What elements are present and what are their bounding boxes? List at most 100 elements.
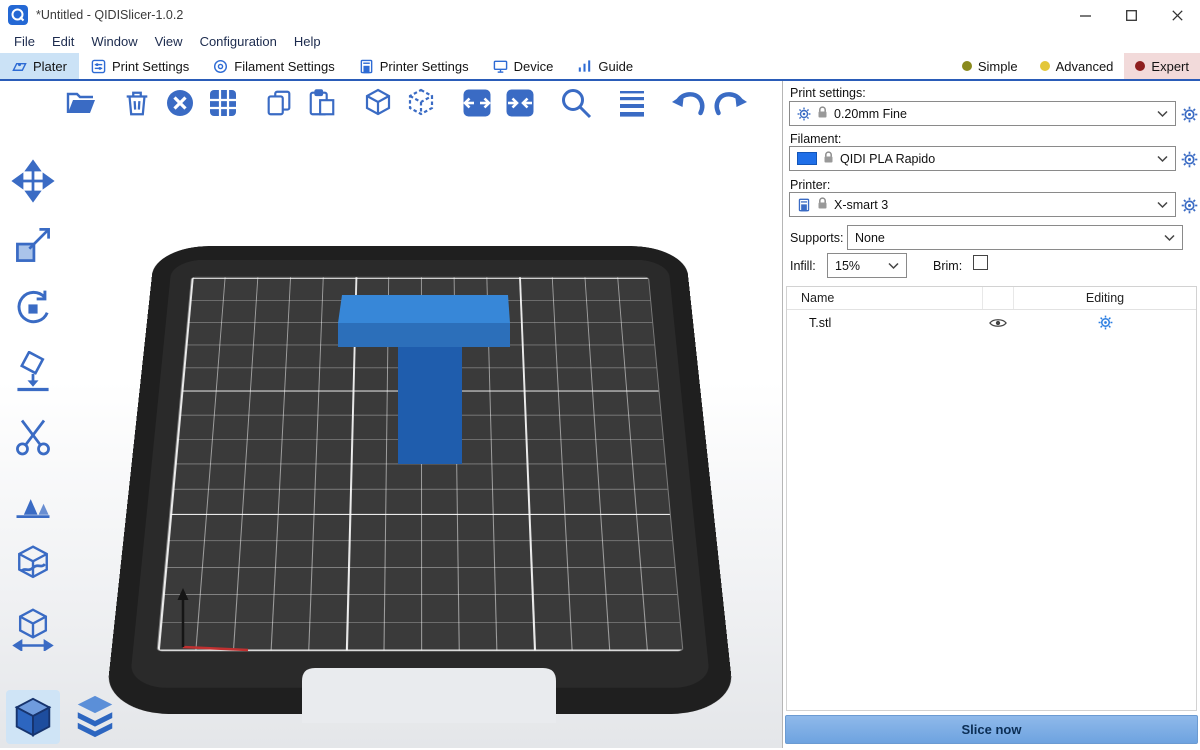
preview-view-icon[interactable] — [68, 690, 122, 744]
tab-label: Print Settings — [112, 59, 189, 74]
scale-icon[interactable] — [8, 221, 58, 269]
mode-advanced[interactable]: Advanced — [1029, 53, 1125, 79]
tab-label: Guide — [598, 59, 633, 74]
object-list-header: Name Editing — [787, 287, 1196, 310]
supports-value: None — [855, 231, 1160, 245]
app-logo-icon — [8, 5, 28, 25]
tab-printer-settings[interactable]: Printer Settings — [347, 53, 481, 79]
left-toolbar — [8, 157, 58, 653]
move-icon[interactable] — [8, 157, 58, 205]
search-icon[interactable] — [557, 84, 595, 122]
infill-combo[interactable]: 15% — [827, 253, 907, 278]
column-visibility — [982, 287, 1014, 309]
visibility-eye-icon[interactable] — [982, 317, 1014, 329]
open-project-icon[interactable] — [62, 84, 100, 122]
menu-help[interactable]: Help — [290, 34, 325, 49]
filament-combo[interactable]: QIDI PLA Rapido — [789, 146, 1176, 171]
lock-icon — [823, 151, 834, 167]
tab-label: Plater — [33, 59, 67, 74]
place-on-face-icon[interactable] — [8, 349, 58, 397]
object-name: T.stl — [787, 316, 982, 330]
column-editing: Editing — [1014, 291, 1196, 305]
menu-configuration[interactable]: Configuration — [196, 34, 281, 49]
minimize-button[interactable] — [1062, 0, 1108, 30]
window-controls — [1062, 0, 1200, 30]
tab-label: Device — [514, 59, 554, 74]
tab-guide[interactable]: Guide — [565, 53, 645, 79]
dropdown-arrow-icon — [1157, 110, 1168, 117]
printer-icon — [797, 198, 811, 212]
dropdown-arrow-icon — [1164, 234, 1175, 241]
printer-settings-icon — [359, 59, 374, 74]
printer-combo[interactable]: X-smart 3 — [789, 192, 1176, 217]
menu-file[interactable]: File — [10, 34, 39, 49]
brim-checkbox[interactable] — [973, 255, 988, 270]
window-title: *Untitled - QIDISlicer-1.0.2 — [36, 8, 183, 22]
tab-bar: Plater Print Settings Filament Settings … — [0, 53, 1200, 81]
menu-window[interactable]: Window — [87, 34, 141, 49]
arrange-icon[interactable] — [204, 84, 242, 122]
split-to-parts-icon[interactable] — [402, 84, 440, 122]
lock-icon — [817, 197, 828, 213]
guide-icon — [577, 59, 592, 74]
infill-label: Infill: — [790, 259, 816, 273]
menu-view[interactable]: View — [151, 34, 187, 49]
copy-icon[interactable] — [260, 84, 298, 122]
print-settings-gear-button[interactable] — [1180, 105, 1198, 123]
delete-icon[interactable] — [118, 84, 156, 122]
dropdown-arrow-icon — [1157, 155, 1168, 162]
print-settings-combo[interactable]: 0.20mm Fine — [789, 101, 1176, 126]
filament-gear-button[interactable] — [1180, 150, 1198, 168]
rotate-icon[interactable] — [8, 285, 58, 333]
mode-simple[interactable]: Simple — [951, 53, 1029, 79]
tab-print-settings[interactable]: Print Settings — [79, 53, 201, 79]
delete-all-icon[interactable] — [161, 84, 199, 122]
column-name: Name — [787, 291, 982, 305]
lock-icon — [817, 106, 828, 122]
paste-icon[interactable] — [303, 84, 341, 122]
decrease-instances-icon[interactable] — [501, 84, 539, 122]
mode-selector: Simple Advanced Expert — [951, 53, 1200, 79]
filament-settings-icon — [213, 59, 228, 74]
mode-label: Advanced — [1056, 59, 1114, 74]
printer-label: Printer: — [790, 178, 830, 192]
brim-label: Brim: — [933, 259, 962, 273]
filament-label: Filament: — [790, 132, 841, 146]
measure-icon[interactable] — [8, 605, 58, 653]
simple-dot-icon — [962, 61, 972, 71]
edit-object-icon[interactable] — [1014, 315, 1196, 330]
slice-now-button[interactable]: Slice now — [785, 715, 1198, 744]
maximize-button[interactable] — [1108, 0, 1154, 30]
increase-instances-icon[interactable] — [458, 84, 496, 122]
printer-gear-button[interactable] — [1180, 196, 1198, 214]
tab-label: Filament Settings — [234, 59, 334, 74]
tab-label: Printer Settings — [380, 59, 469, 74]
mode-expert[interactable]: Expert — [1124, 53, 1200, 79]
menu-edit[interactable]: Edit — [48, 34, 78, 49]
close-button[interactable] — [1154, 0, 1200, 30]
viewport-3d[interactable] — [0, 81, 782, 748]
paint-supports-icon[interactable] — [8, 477, 58, 525]
supports-combo[interactable]: None — [847, 225, 1183, 250]
print-settings-icon — [91, 59, 106, 74]
mode-label: Simple — [978, 59, 1018, 74]
undo-icon[interactable] — [669, 84, 707, 122]
tab-device[interactable]: Device — [481, 53, 566, 79]
tab-plater[interactable]: Plater — [0, 53, 79, 79]
cut-icon[interactable] — [8, 413, 58, 461]
print-settings-value: 0.20mm Fine — [834, 107, 1153, 121]
tab-filament-settings[interactable]: Filament Settings — [201, 53, 346, 79]
object-row[interactable]: T.stl — [787, 310, 1196, 335]
variable-layer-height-icon[interactable] — [613, 84, 651, 122]
print-bed — [175, 126, 665, 748]
object-list: Name Editing T.stl — [786, 286, 1197, 711]
seam-painting-icon[interactable] — [8, 541, 58, 589]
split-to-objects-icon[interactable] — [359, 84, 397, 122]
bed-grid — [157, 277, 684, 652]
advanced-dot-icon — [1040, 61, 1050, 71]
redo-icon[interactable] — [712, 84, 750, 122]
expert-dot-icon — [1135, 61, 1145, 71]
editor-view-icon[interactable] — [6, 690, 60, 744]
filament-color-swatch — [797, 152, 817, 165]
title-bar: *Untitled - QIDISlicer-1.0.2 — [0, 0, 1200, 30]
